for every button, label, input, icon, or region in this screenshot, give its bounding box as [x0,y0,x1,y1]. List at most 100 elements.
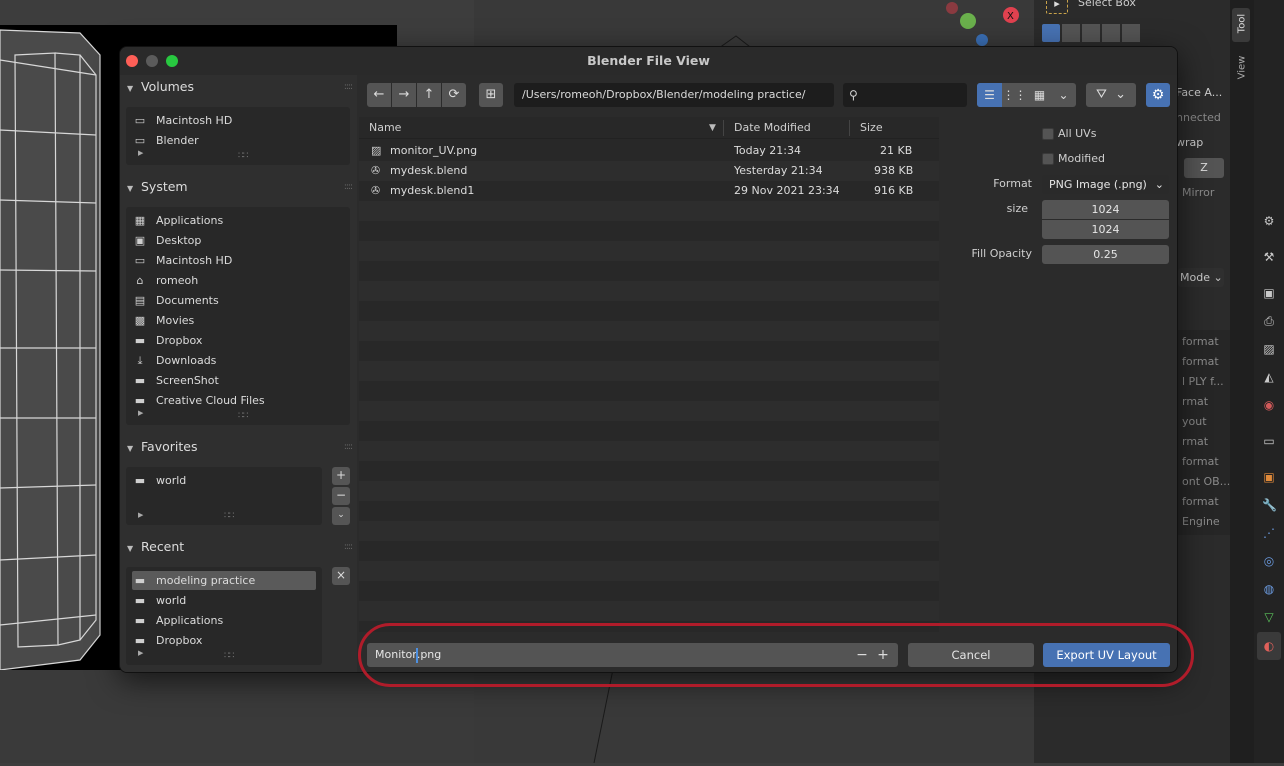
z-axis-button[interactable]: Z [1184,158,1224,178]
data-icon[interactable]: ▽ [1262,610,1276,624]
column-name[interactable]: Name [369,117,401,139]
close-window-button[interactable] [126,55,138,67]
new-folder-icon[interactable]: ⊞ [479,83,503,107]
expand-arrow-icon[interactable]: ▶ [138,511,143,519]
recent-header[interactable]: ▼ Recent:::: [124,536,354,558]
drag-grip-icon[interactable]: :::: [344,536,353,558]
file-row[interactable]: ✇ mydesk.blend1 29 Nov 2021 23:34 916 KB [359,181,939,201]
back-icon[interactable]: ← [367,83,391,107]
print-icon[interactable]: ⎙ [1262,314,1276,328]
constraints-icon[interactable]: ◍ [1262,582,1276,596]
filter-icon: ⛛ [1095,87,1107,102]
film-icon: ▩ [134,314,146,327]
list-item[interactable]: ▬ Dropbox [132,631,203,650]
resize-grip-icon[interactable]: ∷∷ [224,651,235,661]
bg-list-item: format [1182,495,1219,508]
parent-directory-icon[interactable]: ↑ [417,83,441,107]
properties-tabs: ⚙ ⚒ ▣ ⎙ ▨ ◭ ◉ ▭ ▣ 🔧 ⋰ ◎ ◍ ▽ ◐ [1254,0,1284,763]
select-box-label: Select Box [1078,0,1136,9]
size-x-field[interactable]: 1024 [1042,200,1169,219]
sort-arrow-icon[interactable]: ▼ [709,117,716,139]
resize-grip-icon[interactable]: ∷∷ [238,151,249,161]
refresh-icon[interactable]: ⟳ [442,83,466,107]
format-dropdown[interactable]: PNG Image (.png) ⌄ [1042,175,1169,194]
select-mode-buttons[interactable] [1042,24,1140,42]
bg-list-item: format [1182,355,1219,368]
list-item[interactable]: ⤓ Downloads [132,351,217,370]
dialog-titlebar[interactable]: Blender File View [120,47,1177,75]
wrench-icon[interactable]: 🔧 [1262,498,1277,512]
gizmo-y-axis[interactable] [960,13,976,29]
directory-path-field[interactable]: /Users/romeoh/Dropbox/Blender/modeling p… [514,83,834,107]
file-size: 916 KB [874,184,914,197]
search-input[interactable]: ⚲ [843,83,967,107]
horizontal-list-icon[interactable]: ⋮⋮ [1002,83,1027,107]
material-tab[interactable]: ◐ [1257,632,1281,660]
gear-icon[interactable]: ⚙ [1146,83,1170,107]
list-item[interactable]: ▭ Macintosh HD [132,251,233,270]
select-box-icon[interactable]: ▸ [1046,0,1068,14]
bg-list-item: rmat [1182,395,1209,408]
particles-icon[interactable]: ⋰ [1262,526,1276,540]
list-item[interactable]: ▤ Documents [132,291,219,310]
file-row[interactable]: ✇ mydesk.blend Yesterday 21:34 938 KB [359,161,939,181]
tab-view[interactable]: View [1232,50,1250,86]
physics-icon[interactable]: ◎ [1262,554,1276,568]
maximize-window-button[interactable] [166,55,178,67]
list-item-selected[interactable]: ▬ modeling practice [132,571,316,590]
list-item[interactable]: ▬ ScreenShot [132,371,219,390]
favorites-header[interactable]: ▼ Favorites:::: [124,436,354,458]
list-item[interactable]: ▬ world [132,471,187,490]
render-icon[interactable]: ⚒ [1262,250,1276,264]
tab-tool[interactable]: Tool [1232,8,1250,42]
list-item[interactable]: ▬ Creative Cloud Files [132,391,265,410]
vertical-list-icon[interactable]: ☰ [977,83,1002,107]
thumbnails-icon[interactable]: ▦ [1027,83,1052,107]
clear-recent-button[interactable]: × [332,567,350,585]
download-icon: ⤓ [137,354,143,367]
expand-arrow-icon[interactable]: ▶ [138,649,143,657]
column-size[interactable]: Size [860,117,883,139]
object-icon[interactable]: ▣ [1262,470,1276,484]
column-date[interactable]: Date Modified [734,117,811,139]
drag-grip-icon[interactable]: :::: [344,76,353,98]
drag-grip-icon[interactable]: :::: [344,436,353,458]
scene-icon[interactable]: ◭ [1262,370,1276,384]
size-y-field[interactable]: 1024 [1042,220,1169,239]
list-item[interactable]: ⌂ romeoh [132,271,199,290]
remove-bookmark-button[interactable]: − [332,487,350,505]
list-item[interactable]: ▭ Macintosh HD [132,111,233,130]
expand-arrow-icon[interactable]: ▶ [138,149,143,157]
forward-icon[interactable]: → [392,83,416,107]
view-layer-icon[interactable]: ▨ [1262,342,1276,356]
list-item[interactable]: ▬ Dropbox [132,331,203,350]
collection-icon[interactable]: ▭ [1262,434,1276,448]
resize-grip-icon[interactable]: ∷∷ [224,511,235,521]
mode-dropdown[interactable]: Mode ⌄ [1178,268,1224,287]
system-header[interactable]: ▼ System:::: [124,176,354,198]
fill-opacity-field[interactable]: 0.25 [1042,245,1169,264]
list-item[interactable]: ▬ world [132,591,187,610]
chevron-down-icon[interactable]: ⌄ [1051,83,1076,107]
world-icon[interactable]: ◉ [1262,398,1276,412]
add-bookmark-button[interactable]: + [332,467,350,485]
list-item[interactable]: ▩ Movies [132,311,195,330]
minimize-window-button[interactable] [146,55,158,67]
file-row[interactable]: ▨ monitor_UV.png Today 21:34 21 KB [359,141,939,161]
empty-row [359,281,939,301]
all-uvs-checkbox[interactable] [1042,128,1054,140]
expand-arrow-icon[interactable]: ▶ [138,409,143,417]
resize-grip-icon[interactable]: ∷∷ [238,411,249,421]
file-size: 21 KB [880,144,913,157]
list-item[interactable]: ▭ Blender [132,131,199,150]
modified-checkbox[interactable] [1042,153,1054,165]
list-item[interactable]: ▦ Applications [132,211,223,230]
drag-grip-icon[interactable]: :::: [344,176,353,198]
volumes-header[interactable]: ▼ Volumes:::: [124,76,354,98]
list-item[interactable]: ▬ Applications [132,611,223,630]
tool-icon[interactable]: ⚙ [1262,214,1276,228]
filter-button[interactable]: ⛛ ⌄ [1086,83,1136,107]
bookmark-menu-button[interactable]: ⌄ [332,507,350,525]
output-icon[interactable]: ▣ [1262,286,1276,300]
list-item[interactable]: ▣ Desktop [132,231,202,250]
